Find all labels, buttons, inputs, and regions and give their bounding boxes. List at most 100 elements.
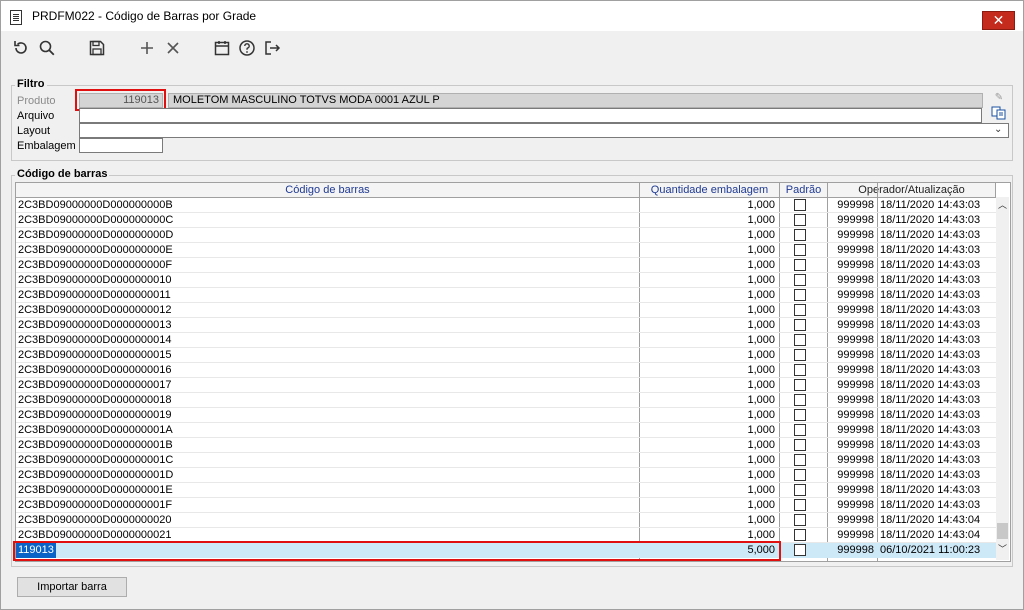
padrao-checkbox[interactable] [794, 544, 806, 556]
padrao-checkbox[interactable] [794, 199, 806, 211]
col-operador-header[interactable]: Operador/Atualização [828, 183, 996, 197]
table-row[interactable]: 2C3BD09000000D000000001B 1,000 999998 18/11… [16, 438, 996, 453]
quantity-cell[interactable]: 1,000 [640, 348, 777, 363]
barcode-cell[interactable]: 2C3BD09000000D000000001F [18, 498, 636, 513]
table-row[interactable]: 2C3BD09000000D000000001E 1,000 999998 18/11… [16, 483, 996, 498]
table-row[interactable]: 2C3BD09000000D0000000016 1,000 999998 18/11… [16, 363, 996, 378]
scroll-up-icon[interactable]: ︿ [996, 199, 1009, 212]
col-padrao-header[interactable]: Padrão [780, 183, 828, 197]
chevron-down-icon[interactable]: ⌄ [994, 124, 1002, 135]
padrao-checkbox[interactable] [794, 379, 806, 391]
table-row[interactable]: 2C3BD09000000D0000000014 1,000 999998 18/11… [16, 333, 996, 348]
table-row[interactable]: 2C3BD09000000D000000000E 1,000 999998 18/11… [16, 243, 996, 258]
barcode-cell[interactable]: 2C3BD09000000D000000000E [18, 243, 636, 258]
delete-icon[interactable] [163, 39, 183, 59]
padrao-checkbox[interactable] [794, 349, 806, 361]
quantity-cell[interactable]: 1,000 [640, 243, 777, 258]
barcode-cell[interactable]: 2C3BD09000000D000000001D [18, 468, 636, 483]
search-icon[interactable] [37, 39, 57, 59]
close-button[interactable]: ✕ [982, 11, 1015, 30]
table-row[interactable]: 2C3BD09000000D000000001F 1,000 999998 18/11… [16, 498, 996, 513]
table-row[interactable]: 2C3BD09000000D000000001D 1,000 999998 18/11… [16, 468, 996, 483]
table-row[interactable]: 2C3BD09000000D000000000C 1,000 999998 18/11… [16, 213, 996, 228]
barcode-cell[interactable]: 2C3BD09000000D0000000013 [18, 318, 636, 333]
barcode-cell[interactable]: 2C3BD09000000D0000000015 [18, 348, 636, 363]
barcode-cell[interactable]: 2C3BD09000000D000000001A [18, 423, 636, 438]
table-row[interactable]: 2C3BD09000000D000000000F 1,000 999998 18/11… [16, 258, 996, 273]
padrao-checkbox[interactable] [794, 304, 806, 316]
layout-select[interactable] [79, 123, 1009, 138]
padrao-checkbox[interactable] [794, 364, 806, 376]
quantity-cell[interactable]: 1,000 [640, 258, 777, 273]
padrao-checkbox[interactable] [794, 454, 806, 466]
importar-barra-button[interactable]: Importar barra [17, 577, 127, 597]
padrao-checkbox[interactable] [794, 529, 806, 541]
padrao-checkbox[interactable] [794, 514, 806, 526]
quantity-cell[interactable]: 1,000 [640, 198, 777, 213]
padrao-checkbox[interactable] [794, 469, 806, 481]
quantity-cell[interactable]: 1,000 [640, 408, 777, 423]
padrao-checkbox[interactable] [794, 259, 806, 271]
padrao-checkbox[interactable] [794, 394, 806, 406]
scroll-down-icon[interactable]: ﹀ [996, 543, 1009, 556]
help-icon[interactable] [237, 39, 257, 59]
table-row[interactable]: 2C3BD09000000D0000000015 1,000 999998 18/11… [16, 348, 996, 363]
save-icon[interactable] [87, 39, 107, 59]
table-row[interactable]: 2C3BD09000000D0000000012 1,000 999998 18/11… [16, 303, 996, 318]
exit-icon[interactable] [262, 39, 282, 59]
padrao-checkbox[interactable] [794, 484, 806, 496]
quantity-cell[interactable]: 1,000 [640, 483, 777, 498]
quantity-cell[interactable]: 1,000 [640, 288, 777, 303]
table-row[interactable]: 2C3BD09000000D000000001C 1,000 999998 18/11… [16, 453, 996, 468]
barcode-cell[interactable]: 2C3BD09000000D000000001E [18, 483, 636, 498]
padrao-checkbox[interactable] [794, 334, 806, 346]
barcode-cell[interactable]: 2C3BD09000000D000000000B [18, 198, 636, 213]
padrao-checkbox[interactable] [794, 244, 806, 256]
barcode-cell[interactable]: 2C3BD09000000D0000000019 [18, 408, 636, 423]
quantity-cell[interactable]: 1,000 [640, 498, 777, 513]
padrao-checkbox[interactable] [794, 289, 806, 301]
barcode-cell[interactable]: 2C3BD09000000D0000000016 [18, 363, 636, 378]
quantity-cell[interactable]: 1,000 [640, 453, 777, 468]
table-row[interactable]: 2C3BD09000000D0000000017 1,000 999998 18/11… [16, 378, 996, 393]
padrao-checkbox[interactable] [794, 319, 806, 331]
table-row[interactable]: 2C3BD09000000D0000000013 1,000 999998 18/11… [16, 318, 996, 333]
quantity-cell[interactable]: 1,000 [640, 438, 777, 453]
table-row[interactable]: 2C3BD09000000D000000000D 1,000 999998 18/11… [16, 228, 996, 243]
quantity-cell[interactable]: 1,000 [640, 213, 777, 228]
padrao-checkbox[interactable] [794, 229, 806, 241]
table-row[interactable]: 2C3BD09000000D0000000018 1,000 999998 18/11… [16, 393, 996, 408]
quantity-cell[interactable]: 1,000 [640, 423, 777, 438]
padrao-checkbox[interactable] [794, 439, 806, 451]
table-row[interactable]: 2C3BD09000000D0000000010 1,000 999998 18/11… [16, 273, 996, 288]
quantity-cell[interactable]: 1,000 [640, 273, 777, 288]
table-row[interactable]: 2C3BD09000000D0000000011 1,000 999998 18/11… [16, 288, 996, 303]
barcode-cell[interactable]: 2C3BD09000000D0000000014 [18, 333, 636, 348]
quantity-cell[interactable]: 1,000 [640, 228, 777, 243]
copy-icon[interactable] [989, 105, 1009, 121]
quantity-cell[interactable]: 1,000 [640, 333, 777, 348]
table-row[interactable]: 2C3BD09000000D0000000020 1,000 999998 18/11… [16, 513, 996, 528]
quantity-cell[interactable]: 1,000 [640, 468, 777, 483]
padrao-checkbox[interactable] [794, 424, 806, 436]
quantity-cell[interactable]: 1,000 [640, 513, 777, 528]
barcode-cell[interactable]: 2C3BD09000000D000000000F [18, 258, 636, 273]
table-row[interactable]: 2C3BD09000000D0000000019 1,000 999998 18/11… [16, 408, 996, 423]
embalagem-input[interactable] [79, 138, 163, 153]
padrao-checkbox[interactable] [794, 499, 806, 511]
add-icon[interactable] [137, 39, 157, 59]
barcode-cell[interactable]: 2C3BD09000000D0000000011 [18, 288, 636, 303]
table-row[interactable]: 2C3BD09000000D000000000B 1,000 999998 18/11… [16, 198, 996, 213]
quantity-cell[interactable]: 1,000 [640, 303, 777, 318]
scroll-thumb[interactable] [997, 523, 1008, 539]
calendar-icon[interactable] [212, 39, 232, 59]
pencil-icon[interactable]: ✎ [989, 92, 1009, 106]
barcode-cell[interactable]: 2C3BD09000000D000000001B [18, 438, 636, 453]
quantity-cell[interactable]: 1,000 [640, 363, 777, 378]
barcode-cell[interactable]: 2C3BD09000000D0000000012 [18, 303, 636, 318]
vertical-scrollbar[interactable]: ︿ ﹀ [996, 197, 1009, 560]
col-quantidade-header[interactable]: Quantidade embalagem [640, 183, 780, 197]
padrao-checkbox[interactable] [794, 214, 806, 226]
col-codigo-header[interactable]: Código de barras [16, 183, 640, 197]
barcode-cell[interactable]: 2C3BD09000000D0000000010 [18, 273, 636, 288]
